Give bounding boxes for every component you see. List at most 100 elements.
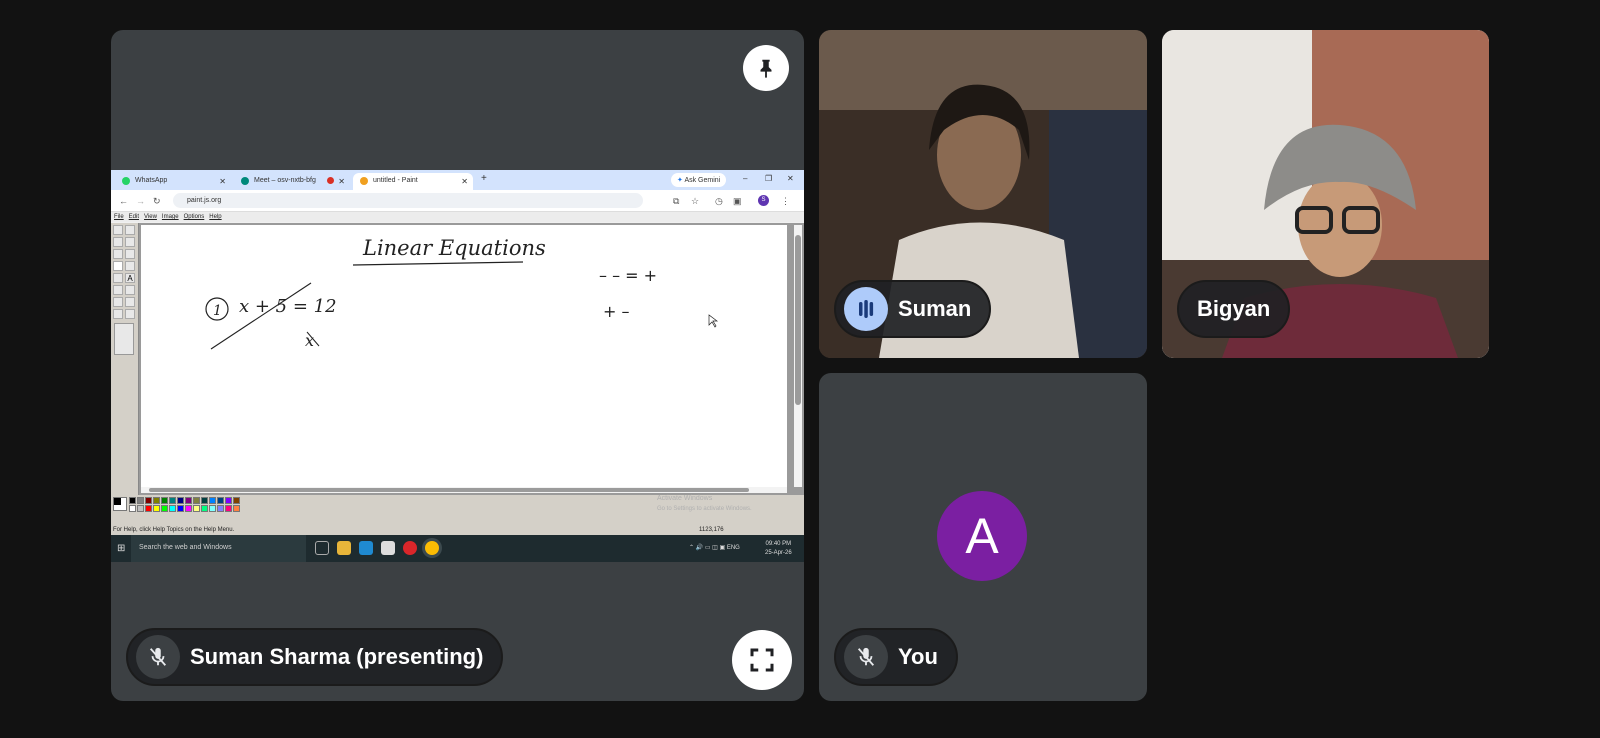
participant-tile-you[interactable]: A You [819,373,1147,701]
color-swatch[interactable] [169,497,176,504]
taskbar-search[interactable]: Search the web and Windows [131,535,306,562]
close-icon[interactable]: ✕ [461,177,468,186]
mic-off-icon [844,635,888,679]
vertical-scroll-thumb[interactable] [795,235,801,405]
color-swatch[interactable] [161,505,168,512]
participant-name-pill: Suman [834,280,992,338]
brush-tool[interactable] [125,261,135,271]
file-explorer-icon[interactable] [337,541,351,555]
color-swatch[interactable] [145,505,152,512]
horizontal-scroll-thumb[interactable] [149,488,749,492]
horizontal-scrollbar[interactable] [141,487,787,493]
color-swatch[interactable] [129,505,136,512]
color-swatch[interactable] [193,505,200,512]
forward-icon[interactable]: → [136,196,145,206]
pencil-tool[interactable] [113,261,123,271]
menu-help[interactable]: Help [209,214,221,220]
presentation-tile[interactable]: WhatsApp ✕ Meet – osv-nxtb-bfg ✕ untitle… [111,30,804,701]
opera-icon[interactable] [403,541,417,555]
rect-select-tool[interactable] [125,225,135,235]
text-tool[interactable]: A [125,273,135,283]
system-tray[interactable]: ⌃ 🔊 ▭ ◫ ▣ ENG [689,544,740,551]
color-swatch[interactable] [209,497,216,504]
chrome-icon[interactable] [425,541,439,555]
color-swatch[interactable] [161,497,168,504]
ellipse-tool[interactable] [113,309,123,319]
menu-options[interactable]: Options [184,214,205,220]
taskbar-clock[interactable]: 09:40 PM 25-Apr-26 [765,540,792,558]
drawing-canvas[interactable]: Linear Equations 1 x + 5 = 12 x – – = + … [141,225,787,487]
color-swatch[interactable] [153,505,160,512]
windows-start-icon[interactable]: ⊞ [117,543,125,554]
star-icon[interactable]: ☆ [691,196,699,207]
color-swatch[interactable] [177,505,184,512]
profile-avatar[interactable]: S [758,195,769,206]
history-icon[interactable]: ◷ [715,196,723,207]
color-swatch[interactable] [217,497,224,504]
task-view-icon[interactable] [315,541,329,555]
color-swatch[interactable] [137,505,144,512]
current-colors[interactable] [113,497,127,511]
tab-label: WhatsApp [135,177,168,184]
install-icon[interactable]: ⧉ [673,196,679,207]
color-swatch[interactable] [209,505,216,512]
rounded-rect-tool[interactable] [125,309,135,319]
maximize-icon[interactable]: ❐ [765,174,772,183]
color-swatch[interactable] [153,497,160,504]
fullscreen-button[interactable] [732,630,792,690]
participant-tile-bigyan[interactable]: Bigyan [1162,30,1489,358]
eraser-tool[interactable] [113,237,123,247]
back-icon[interactable]: ← [119,196,128,206]
color-swatch[interactable] [193,497,200,504]
magnifier-tool[interactable] [125,249,135,259]
picker-tool[interactable] [113,249,123,259]
menu-image[interactable]: Image [162,214,179,220]
edge-icon[interactable] [359,541,373,555]
url-field[interactable]: paint.js.org [173,193,643,208]
ask-gemini-button[interactable]: ✦ Ask Gemini [671,173,727,187]
menu-icon[interactable]: ⋮ [781,196,790,207]
airbrush-tool[interactable] [113,273,123,283]
pin-button[interactable] [743,45,789,91]
color-swatch[interactable] [129,497,136,504]
select-tool[interactable] [113,225,123,235]
close-icon[interactable]: ✕ [338,177,345,186]
menu-view[interactable]: View [144,214,157,220]
color-swatch[interactable] [169,505,176,512]
fill-tool[interactable] [125,237,135,247]
color-swatch[interactable] [201,497,208,504]
participant-name-pill: Bigyan [1177,280,1291,338]
color-swatch[interactable] [145,497,152,504]
color-swatch[interactable] [233,505,240,512]
store-icon[interactable] [381,541,395,555]
rectangle-tool[interactable] [113,297,123,307]
reload-icon[interactable]: ↻ [153,196,161,207]
menu-edit[interactable]: Edit [129,214,139,220]
menu-file[interactable]: File [114,214,124,220]
curve-tool[interactable] [125,285,135,295]
color-swatch[interactable] [185,497,192,504]
window-close-icon[interactable]: ✕ [787,174,794,183]
color-swatch[interactable] [225,497,232,504]
tab-meet[interactable]: Meet – osv-nxtb-bfg ✕ [234,173,350,190]
participant-tile-suman[interactable]: Suman [819,30,1147,358]
sidepanel-icon[interactable]: ▣ [733,196,742,207]
tab-paint[interactable]: untitled - Paint ✕ [353,173,473,190]
color-swatch[interactable] [137,497,144,504]
tool-options[interactable] [114,323,134,355]
color-swatch[interactable] [217,505,224,512]
color-swatch[interactable] [225,505,232,512]
color-swatch[interactable] [177,497,184,504]
polygon-tool[interactable] [125,297,135,307]
line-tool[interactable] [113,285,123,295]
vertical-scrollbar[interactable] [794,225,802,487]
close-icon[interactable]: ✕ [219,177,226,186]
paint-menu-bar: File Edit View Image Options Help [111,212,804,222]
tab-whatsapp[interactable]: WhatsApp ✕ [115,173,231,190]
recording-icon [327,177,334,184]
color-swatch[interactable] [201,505,208,512]
minimize-icon[interactable]: – [743,174,747,183]
new-tab-button[interactable]: + [481,173,487,184]
color-swatch[interactable] [233,497,240,504]
color-swatch[interactable] [185,505,192,512]
